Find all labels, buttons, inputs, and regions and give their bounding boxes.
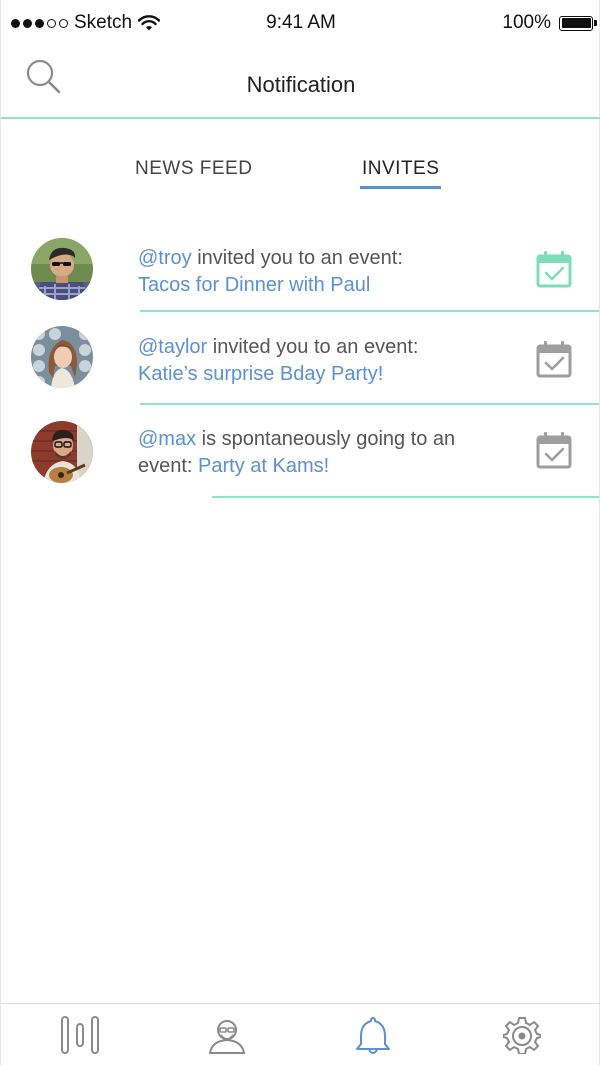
avatar[interactable]: [31, 238, 93, 300]
nav-header: Notification: [1, 46, 600, 117]
calendar-check-icon[interactable]: [536, 431, 572, 474]
app-frame: Sketch 9:41 AM 100% Notification NEWS FE…: [0, 0, 600, 1065]
event-link[interactable]: Katie’s surprise Bday Party!: [138, 363, 383, 385]
notification-text: @max is spontaneously going to an event:…: [138, 426, 508, 480]
notification-text: @taylor invited you to an event: Katie’s…: [138, 334, 508, 388]
calendar-check-icon[interactable]: [536, 340, 572, 383]
bell-icon[interactable]: [354, 1016, 392, 1059]
username-link[interactable]: @troy: [138, 247, 192, 269]
battery-percent: 100%: [502, 12, 551, 33]
status-right: 100%: [502, 12, 597, 34]
tab-news-feed[interactable]: NEWS FEED: [135, 158, 252, 180]
message-text: invited you to an event:: [191, 247, 403, 269]
battery-icon: [559, 15, 597, 31]
avatar[interactable]: [31, 326, 93, 388]
username-link[interactable]: @taylor: [138, 336, 207, 358]
username-link[interactable]: @max: [138, 428, 196, 450]
bottom-tab-bar: [1, 1003, 600, 1065]
profile-icon[interactable]: [208, 1016, 246, 1059]
tab-invites[interactable]: INVITES: [359, 158, 442, 189]
row-divider: [140, 310, 599, 312]
row-divider: [212, 496, 599, 498]
notification-text: @troy invited you to an event: Tacos for…: [138, 245, 508, 299]
page-title: Notification: [246, 72, 356, 97]
header-divider: [1, 117, 600, 119]
calendar-check-icon[interactable]: [536, 250, 572, 293]
gear-icon[interactable]: [502, 1016, 542, 1059]
avatar[interactable]: [31, 421, 93, 483]
event-link[interactable]: Party at Kams!: [198, 455, 329, 477]
message-text: invited you to an event:: [207, 336, 419, 358]
event-link[interactable]: Tacos for Dinner with Paul: [138, 274, 370, 296]
status-bar: Sketch 9:41 AM 100%: [1, 0, 600, 46]
feed-icon[interactable]: [60, 1016, 100, 1059]
row-divider: [140, 403, 599, 405]
